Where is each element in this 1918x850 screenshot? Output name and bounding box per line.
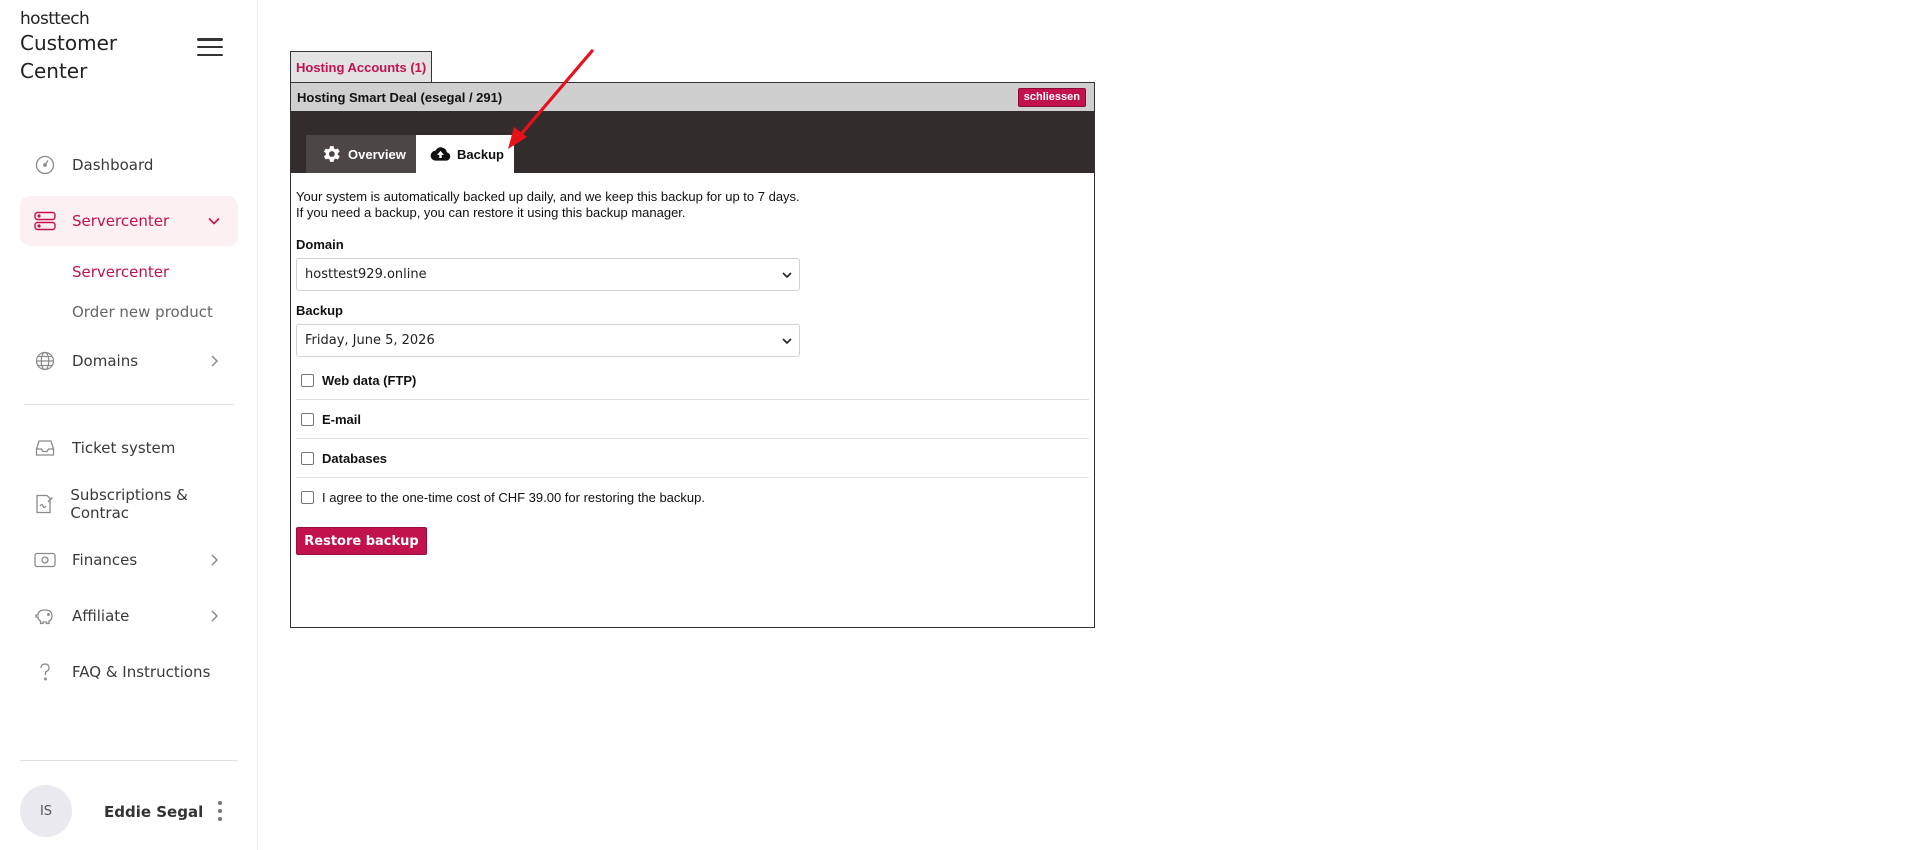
backup-select[interactable]: Friday, June 5, 2026: [296, 324, 800, 357]
web-data-label[interactable]: Web data (FTP): [322, 373, 416, 388]
chevron-right-icon[interactable]: [206, 353, 222, 369]
brand-logo[interactable]: hosttech: [20, 9, 140, 29]
backup-select-value: Friday, June 5, 2026: [305, 333, 435, 348]
backup-content: Your system is automatically backed up d…: [291, 189, 1094, 555]
option-databases: Databases: [296, 439, 1089, 478]
sidebar-item-label: Finances: [72, 551, 138, 569]
panel-header: Hosting Smart Deal (esegal / 291) schlie…: [291, 83, 1094, 111]
agree-checkbox[interactable]: [301, 491, 314, 504]
chevron-right-icon[interactable]: [206, 608, 222, 624]
email-checkbox[interactable]: [301, 412, 314, 426]
globe-icon: [34, 350, 56, 372]
server-icon: [34, 210, 56, 232]
tab-hosting-accounts[interactable]: Hosting Accounts (1): [290, 51, 433, 83]
tab-overview[interactable]: Overview: [306, 135, 416, 173]
email-label[interactable]: E-mail: [322, 412, 361, 427]
domain-select[interactable]: hosttest929.online: [296, 258, 800, 291]
backup-label: Backup: [296, 303, 343, 318]
sidebar-item-dashboard[interactable]: Dashboard: [20, 140, 238, 190]
contract-icon: [34, 493, 54, 515]
intro-text: Your system is automatically backed up d…: [296, 189, 1089, 221]
chevron-down-icon[interactable]: [206, 213, 222, 229]
more-options-icon[interactable]: [216, 801, 224, 821]
sidebar-item-label: Ticket system: [72, 439, 176, 457]
brand[interactable]: hosttech Customer Center: [20, 9, 140, 85]
money-icon: [34, 549, 56, 571]
chevron-right-icon[interactable]: [206, 552, 222, 568]
sidebar-item-ticket-system[interactable]: Ticket system: [20, 423, 238, 473]
gauge-icon: [34, 154, 56, 176]
domain-label: Domain: [296, 237, 344, 252]
sidebar-item-servercenter[interactable]: Servercenter: [20, 196, 238, 246]
annotation-arrow-icon: [508, 49, 594, 149]
sidebar-item-label: Subscriptions & Contrac: [70, 486, 188, 522]
option-email: E-mail: [296, 400, 1089, 439]
close-button[interactable]: schliessen: [1017, 88, 1086, 107]
option-web-data: Web data (FTP): [296, 361, 1089, 400]
user-profile: IS Eddie Segal: [20, 760, 238, 850]
sidebar-item-label: Servercenter: [72, 212, 170, 230]
user-name[interactable]: Eddie Segal: [104, 803, 203, 821]
sidebar-item-label: Dashboard: [72, 156, 154, 174]
subitem-order-new-product[interactable]: Order new product: [20, 292, 238, 332]
panel-tab-bar: Overview Backup: [291, 111, 1094, 173]
tab-label: Overview: [348, 146, 406, 162]
sidebar-item-label: FAQ & Instructions: [72, 663, 211, 681]
sidebar: hosttech Customer Center Dashboard Serve…: [0, 0, 258, 850]
sidebar-item-faq[interactable]: FAQ & Instructions: [20, 647, 238, 697]
sidebar-item-affiliate[interactable]: Affiliate: [20, 591, 238, 641]
gear-icon: [323, 146, 340, 162]
menu-toggle-icon[interactable]: [197, 36, 223, 58]
hosting-panel: Hosting Smart Deal (esegal / 291) schlie…: [290, 82, 1095, 628]
restore-backup-button[interactable]: Restore backup: [296, 527, 427, 555]
sidebar-divider: [24, 404, 234, 405]
piggy-bank-icon: [34, 605, 56, 627]
databases-checkbox[interactable]: [301, 451, 314, 465]
option-agree: I agree to the one-time cost of CHF 39.0…: [296, 478, 1089, 517]
chevron-down-icon: [782, 338, 792, 345]
restore-options: Web data (FTP) E-mail Databases I agree …: [296, 361, 1089, 517]
sidebar-item-subscriptions[interactable]: Subscriptions & Contrac: [20, 479, 238, 529]
databases-label[interactable]: Databases: [322, 451, 387, 466]
domain-select-value: hosttest929.online: [305, 267, 427, 282]
sidebar-item-label: Domains: [72, 352, 139, 370]
intro-line-2: If you need a backup, you can restore it…: [296, 205, 686, 220]
intro-line-1: Your system is automatically backed up d…: [296, 189, 800, 204]
brand-title[interactable]: Customer Center: [20, 29, 140, 85]
tab-label: Backup: [457, 146, 504, 162]
avatar[interactable]: IS: [20, 785, 72, 837]
subitem-servercenter[interactable]: Servercenter: [20, 252, 238, 292]
cloud-upload-icon: [430, 147, 451, 161]
sidebar-item-domains[interactable]: Domains: [20, 336, 238, 386]
sidebar-item-label: Affiliate: [72, 607, 130, 625]
web-data-checkbox[interactable]: [301, 373, 314, 387]
panel-title: Hosting Smart Deal (esegal / 291): [297, 89, 503, 105]
sidebar-item-finances[interactable]: Finances: [20, 535, 238, 585]
question-icon: [34, 661, 56, 683]
chevron-down-icon: [782, 272, 792, 279]
sidebar-nav: Dashboard Servercenter Servercenter Orde…: [20, 140, 238, 703]
agree-label[interactable]: I agree to the one-time cost of CHF 39.0…: [322, 490, 705, 505]
inbox-icon: [34, 437, 56, 459]
